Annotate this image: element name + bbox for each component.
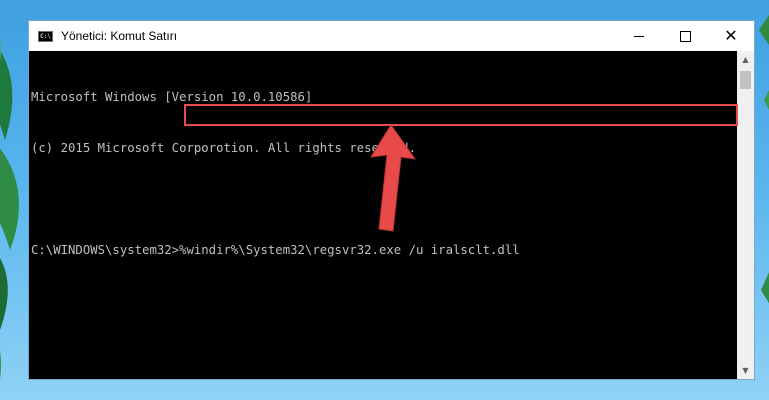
red-arrow-icon (370, 124, 417, 232)
close-button[interactable]: ✕ (708, 21, 754, 51)
scroll-up-icon[interactable]: ▲ (737, 51, 754, 68)
window-title: Yönetici: Komut Satırı (61, 29, 178, 43)
maximize-icon (679, 30, 691, 42)
close-icon: ✕ (724, 26, 738, 45)
maximize-button[interactable] (662, 21, 708, 51)
title-bar[interactable]: C:\ Yönetici: Komut Satırı ✕ (29, 21, 754, 51)
cmd-icon: C:\ (38, 30, 53, 42)
scroll-thumb[interactable] (740, 71, 751, 89)
window-controls: ✕ (616, 21, 754, 51)
vertical-scrollbar[interactable]: ▲ ▼ (737, 51, 754, 379)
command-highlight-box (184, 104, 738, 126)
scroll-down-icon[interactable]: ▼ (737, 362, 754, 379)
minimize-icon (634, 35, 644, 37)
command-prompt-window[interactable]: C:\ Yönetici: Komut Satırı ✕ Microsoft W… (28, 20, 755, 380)
command-line[interactable]: C:\WINDOWS\system32>%windir%\System32\re… (31, 242, 737, 259)
minimize-button[interactable] (616, 21, 662, 51)
